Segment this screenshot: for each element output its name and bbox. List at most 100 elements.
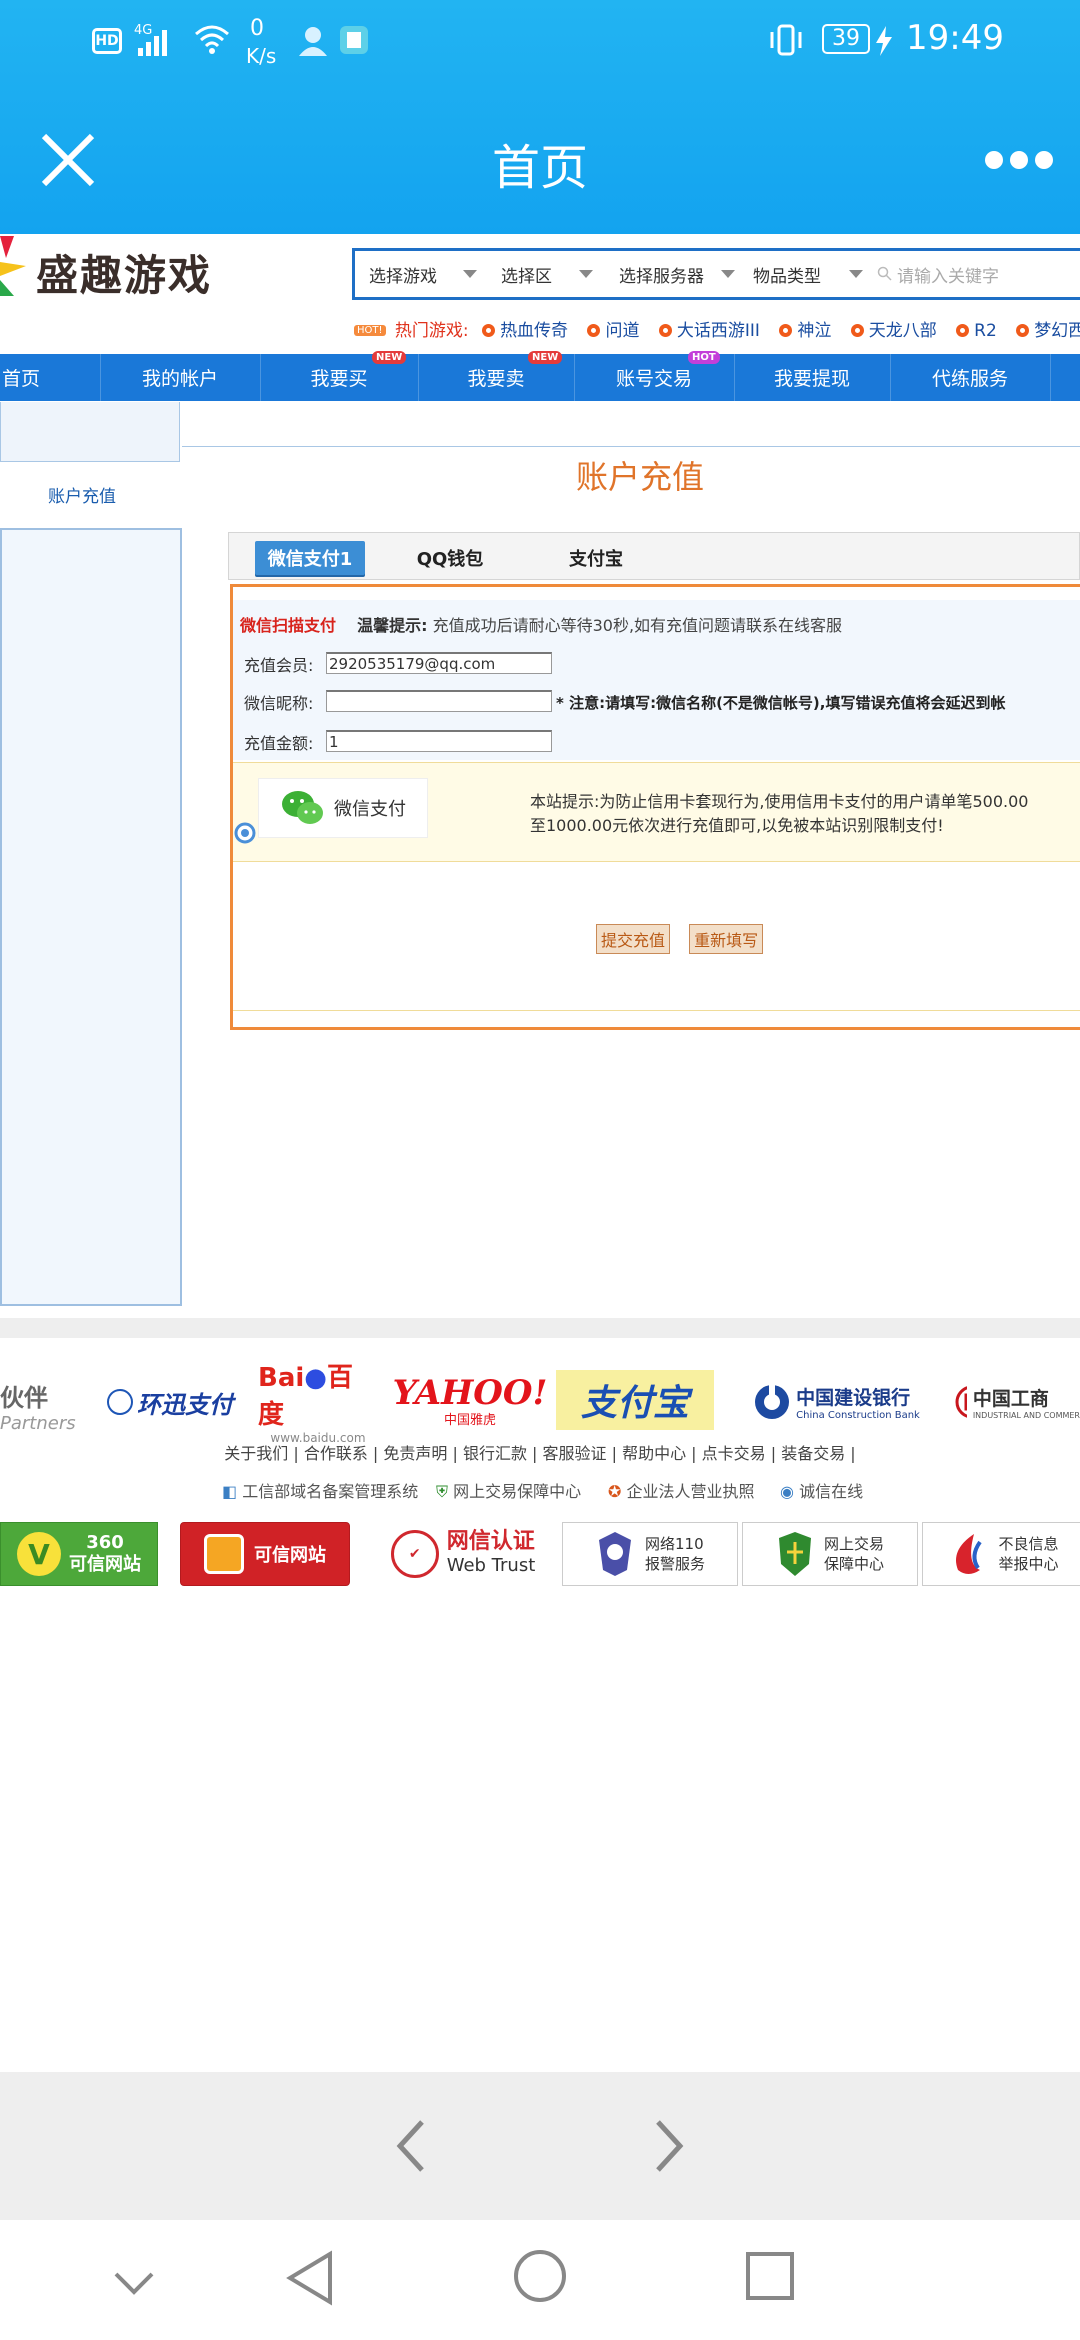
new-badge: NEW (528, 351, 563, 364)
badge-360-trusted[interactable]: V 360 可信网站 (0, 1522, 158, 1586)
forward-arrow-icon[interactable] (650, 2116, 686, 2176)
yahoo-text: YAHOO! (392, 1372, 548, 1413)
signal-icon: 4G (134, 23, 167, 56)
hot-game-link[interactable]: 天龙八部 (850, 321, 937, 341)
nav-buy[interactable]: 我要买 NEW (260, 351, 418, 401)
tab-alipay[interactable]: 支付宝 (551, 541, 641, 575)
webtrust-cn: 网信认证 (446, 1529, 535, 1554)
tab-qq-wallet[interactable]: QQ钱包 (405, 541, 495, 575)
bad-line-2: 举报中心 (998, 1555, 1059, 1573)
badge-webtrust[interactable]: ✔ 网信认证 Web Trust (374, 1522, 552, 1586)
chevron-down-icon[interactable] (112, 2268, 156, 2298)
huanxun-logo[interactable]: 环迅支付 (100, 1376, 240, 1428)
reset-button[interactable]: 重新填写 (689, 924, 764, 954)
nav-home[interactable]: 首页 (0, 354, 42, 401)
main-nav: 首页 我的帐户 我要买 NEW 我要卖 NEW 账号交易 HOT 我要提现 代练服务 (0, 351, 1080, 401)
nav-buy-label: 我要买 (310, 368, 368, 390)
ccb-cn: 中国建设银行 (796, 1387, 911, 1409)
ccb-logo[interactable]: 中国建设银行 China Construction Bank (734, 1376, 938, 1428)
close-icon[interactable] (40, 132, 96, 188)
search-input[interactable]: 请输入关键字 (877, 251, 1077, 297)
hot-games-row: HOT! 热门游戏: 热血传奇 问道 大话西游III 神泣 天龙八部 R2 梦幻… (354, 316, 1080, 344)
integrity-icon: ◉ (780, 1482, 794, 1501)
scan-tip-row: 微信扫描支付 温馨提示: 充值成功后请耐心等待30秒,如有充值问题请联系在线客服 (240, 612, 842, 636)
sidebar-item-recharge[interactable]: 账户充值 (48, 482, 116, 507)
hot-game-link[interactable]: 梦幻西游 (1016, 321, 1080, 341)
icp-icon: ◧ (222, 1482, 238, 1501)
bullet-icon (482, 324, 496, 337)
shield-icon: ⛨ (436, 1482, 449, 1501)
hot-game-link[interactable]: 神泣 (779, 321, 831, 341)
wechat-pay-option[interactable]: 微信支付 (258, 778, 428, 838)
yahoo-cn: 中国雅虎 (443, 1412, 496, 1428)
sidebar-header (0, 402, 180, 462)
nickname-label: 微信昵称: (244, 694, 314, 713)
select-game[interactable]: 选择游戏 (369, 251, 485, 297)
credit-card-notice: 本站提示:为防止信用卡套现行为,使用信用卡支付的用户请单笔500.00 至100… (530, 790, 1028, 838)
nav-leveling-service[interactable]: 代练服务 (890, 354, 1050, 401)
trade-line-2: 保障中心 (823, 1555, 884, 1573)
nav-account-trade[interactable]: 账号交易 HOT (574, 351, 734, 401)
select-server[interactable]: 选择服务器 (619, 251, 735, 297)
more-icon[interactable] (984, 148, 1054, 172)
badge-kexin[interactable]: 可信网站 (180, 1522, 350, 1586)
member-input[interactable]: 2920535179@qq.com (326, 652, 552, 674)
hot-game-link[interactable]: 热血传奇 (482, 321, 568, 341)
badge-360-text: 可信网站 (69, 1554, 141, 1575)
trust-business-license[interactable]: ✪ 企业法人营业执照 (608, 1478, 755, 1502)
badge-360-num: 360 (86, 1532, 124, 1553)
hot-game-label: 热血传奇 (500, 321, 569, 341)
badge-bad-info-report[interactable]: 不良信息 举报中心 (922, 1522, 1080, 1586)
new-badge: NEW (372, 351, 407, 364)
member-label: 充值会员: (244, 656, 314, 675)
baidu-text: Bai●百度 (258, 1363, 353, 1430)
nav-home-icon[interactable] (512, 2248, 568, 2304)
payment-radio[interactable] (234, 822, 256, 844)
trust-integrity[interactable]: ◉ 诚信在线 (780, 1478, 863, 1502)
bullet-icon (587, 324, 601, 337)
content-divider (182, 446, 1080, 447)
hot-game-link[interactable]: R2 (956, 321, 997, 341)
wechat-icon (282, 791, 323, 824)
vibrate-icon (770, 24, 802, 56)
nav-recents-icon[interactable] (744, 2250, 796, 2302)
hot-game-link[interactable]: 大话西游III (658, 321, 760, 341)
bullet-icon (956, 324, 970, 337)
trust-icp[interactable]: ◧ 工信部域名备案管理系统 (222, 1478, 418, 1502)
trust-trade-center-label: 网上交易保障中心 (453, 1482, 582, 1501)
icbc-logo[interactable]: 中国工商 INDUSTRIAL AND COMMER (954, 1376, 1080, 1428)
site-logo[interactable]: 盛趣游戏 (36, 242, 212, 303)
footer-links[interactable]: 关于我们 | 合作联系 | 免责声明 | 银行汇款 | 客服验证 | 帮助中心 … (0, 1440, 1080, 1464)
amount-input[interactable]: 1 (326, 730, 552, 752)
badge-trade-guarantee[interactable]: 网上交易 保障中心 (742, 1522, 918, 1586)
dropdown-arrow-icon (721, 270, 735, 278)
bullet-icon (779, 324, 793, 337)
amount-label: 充值金额: (244, 734, 314, 753)
hot-game-link[interactable]: 问道 (587, 321, 639, 341)
nav-withdraw[interactable]: 我要提现 (734, 354, 890, 401)
nickname-input[interactable] (326, 690, 552, 712)
tip-text: 充值成功后请耐心等待30秒,如有充值问题请联系在线客服 (432, 616, 843, 635)
nav-sell[interactable]: 我要卖 NEW (418, 351, 574, 401)
alipay-logo[interactable]: 支付宝 (556, 1370, 714, 1430)
back-arrow-icon[interactable] (394, 2116, 430, 2176)
submit-button[interactable]: 提交充值 (596, 924, 671, 954)
recharge-title: 账户充值 (575, 458, 704, 496)
baidu-logo[interactable]: Bai●百度 www.baidu.com (258, 1363, 378, 1445)
select-area[interactable]: 选择区 (501, 251, 601, 297)
badge-police-110[interactable]: 网络110 报警服务 (562, 1522, 738, 1586)
search-placeholder: 请输入关键字 (897, 266, 999, 287)
net-speed-unit: K/s (246, 44, 277, 68)
hot-games-label: 热门游戏: (394, 321, 469, 341)
yahoo-logo[interactable]: YAHOO! 中国雅虎 (393, 1368, 548, 1432)
select-item-type[interactable]: 物品类型 (753, 251, 863, 297)
nav-my-account[interactable]: 我的帐户 (100, 354, 260, 401)
report-flame-icon (956, 1534, 983, 1574)
nav-back-icon[interactable] (284, 2248, 336, 2308)
huanxun-icon (107, 1389, 133, 1415)
net-speed-value: 0 (250, 16, 264, 41)
tab-wechat-pay[interactable]: 微信支付1 (255, 541, 365, 575)
search-icon (877, 266, 892, 281)
trust-trade-center[interactable]: ⛨ 网上交易保障中心 (436, 1478, 581, 1502)
nav-sell-label: 我要卖 (467, 368, 525, 390)
